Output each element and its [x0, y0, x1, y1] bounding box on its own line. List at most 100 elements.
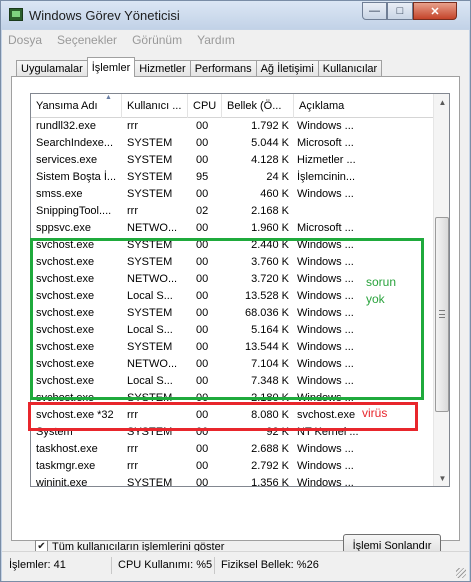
cell-description: İşlemcinin... [297, 171, 356, 183]
tab-ag-iletisimi[interactable]: Ağ İletişimi [255, 60, 319, 77]
grip-icon [439, 310, 445, 318]
task-manager-app-icon [9, 8, 23, 21]
cell-user: rrr [127, 205, 138, 217]
resize-grip-icon[interactable] [456, 568, 466, 578]
column-header-description[interactable]: Açıklama [294, 94, 433, 118]
cell-image-name: smss.exe [36, 188, 83, 200]
cell-description: Windows ... [297, 120, 354, 132]
cell-description: Windows ... [297, 188, 354, 200]
annotation-green-note: sorun yok [366, 274, 396, 308]
window-title: Windows Görev Yöneticisi [29, 8, 180, 23]
minimize-button[interactable]: — [362, 2, 387, 20]
cell-cpu: 00 [196, 222, 209, 234]
cell-cpu: 00 [196, 120, 209, 132]
cell-image-name: services.exe [36, 154, 98, 166]
cell-description [297, 203, 431, 220]
column-header-user[interactable]: Kullanıcı ... [122, 94, 188, 118]
menu-yardim[interactable]: Yardım [197, 33, 235, 47]
cell-user: SYSTEM [127, 477, 173, 487]
cell-user: NETWO... [127, 222, 178, 234]
menu-dosya[interactable]: Dosya [8, 33, 42, 47]
cell-memory: 5.044 K [251, 137, 289, 149]
table-row[interactable]: Sistem Boşta İ... SYSTEM 95 24 K İşlemcinin.… [31, 169, 433, 186]
cell-user: SYSTEM [127, 137, 173, 149]
column-header-cpu[interactable]: CPU [188, 94, 222, 118]
cell-cpu: 00 [196, 443, 209, 455]
table-row[interactable]: SearchIndexe... SYSTEM 00 5.044 K Microsoft … [31, 135, 433, 152]
annotation-red-box [28, 402, 418, 431]
table-row[interactable]: taskmgr.exe rrr 00 2.792 K Windows ... [31, 458, 433, 475]
menu-secenekler[interactable]: Seçenekler [57, 33, 117, 47]
menu-gorunum[interactable]: Görünüm [132, 33, 182, 47]
cell-user: rrr [127, 460, 138, 472]
tab-uygulamalar[interactable]: Uygulamalar [16, 60, 88, 77]
table-row[interactable]: sppsvc.exe NETWO... 00 1.960 K Microsoft ... [31, 220, 433, 237]
cell-cpu: 00 [196, 137, 209, 149]
annotation-green-box [30, 238, 424, 400]
cell-user: SYSTEM [127, 154, 173, 166]
status-bar: İşlemler: 41 CPU Kullanımı: %5 Fiziksel … [2, 551, 469, 581]
cell-cpu: 00 [196, 154, 209, 166]
cell-memory: 460 K [260, 188, 289, 200]
cell-cpu: 00 [196, 188, 209, 200]
sort-ascending-icon: ▲ [105, 94, 112, 101]
cell-memory: 1.792 K [251, 120, 289, 132]
cell-image-name: taskhost.exe [36, 443, 98, 455]
scrollbar-thumb[interactable] [435, 217, 449, 412]
annotation-red-note: virüs [362, 406, 388, 420]
table-row[interactable]: SnippingTool.... rrr 02 2.168 K [31, 203, 433, 220]
status-cpu-usage: CPU Kullanımı: %5 [114, 557, 215, 574]
vertical-scrollbar[interactable]: ▲ ▼ [433, 94, 449, 486]
cell-memory: 1.356 K [251, 477, 289, 487]
cell-memory: 2.792 K [251, 460, 289, 472]
cell-image-name: SearchIndexe... [36, 137, 114, 149]
column-header-memory[interactable]: Bellek (Ö... [222, 94, 294, 118]
table-row[interactable]: wininit.exe SYSTEM 00 1.356 K Windows ... [31, 475, 433, 487]
cell-image-name: rundll32.exe [36, 120, 96, 132]
cell-user: SYSTEM [127, 171, 173, 183]
cell-image-name: sppsvc.exe [36, 222, 92, 234]
annotation-green-line-2: yok [366, 292, 385, 306]
cell-cpu: 00 [196, 477, 209, 487]
cell-image-name: Sistem Boşta İ... [36, 171, 117, 183]
cell-description: Microsoft ... [297, 137, 354, 149]
cell-image-name: SnippingTool.... [36, 205, 112, 217]
tab-hizmetler[interactable]: Hizmetler [134, 60, 191, 77]
cell-image-name: wininit.exe [36, 477, 88, 487]
task-manager-window: Windows Görev Yöneticisi — □ ✕ Dosya Seç… [0, 0, 471, 582]
cell-cpu: 00 [196, 460, 209, 472]
title-bar[interactable]: Windows Görev Yöneticisi — □ ✕ [1, 1, 470, 29]
cell-memory: 24 K [266, 171, 289, 183]
close-button[interactable]: ✕ [413, 2, 457, 20]
menu-bar: Dosya Seçenekler Görünüm Yardım [2, 30, 469, 49]
tab-islemler[interactable]: İşlemler [86, 57, 136, 77]
cell-image-name: taskmgr.exe [36, 460, 96, 472]
cell-cpu: 02 [196, 205, 209, 217]
table-row[interactable]: rundll32.exe rrr 00 1.792 K Windows ... [31, 118, 433, 135]
tab-kullanicilar[interactable]: Kullanıcılar [317, 60, 383, 77]
cell-description: Windows ... [297, 460, 354, 472]
cell-user: rrr [127, 443, 138, 455]
scroll-up-arrow-icon[interactable]: ▲ [434, 94, 449, 111]
cell-memory: 2.168 K [251, 205, 289, 217]
table-row[interactable]: taskhost.exe rrr 00 2.688 K Windows ... [31, 441, 433, 458]
scroll-down-arrow-icon[interactable]: ▼ [434, 470, 449, 486]
table-row[interactable]: services.exe SYSTEM 00 4.128 K Hizmetler ... [31, 152, 433, 169]
annotation-green-line-1: sorun [366, 275, 397, 289]
cell-description: Windows ... [297, 477, 354, 487]
cell-memory: 2.688 K [251, 443, 289, 455]
cell-description: Windows ... [297, 443, 354, 455]
cell-description: Hizmetler ... [297, 154, 356, 166]
cell-description: Microsoft ... [297, 222, 354, 234]
table-row[interactable]: smss.exe SYSTEM 00 460 K Windows ... [31, 186, 433, 203]
list-header: Yansıma Adı ▲ Kullanıcı ... CPU Bellek (… [31, 94, 433, 118]
cell-memory: 4.128 K [251, 154, 289, 166]
maximize-button[interactable]: □ [387, 2, 413, 20]
tab-performans[interactable]: Performans [189, 60, 257, 77]
cell-user: rrr [127, 120, 138, 132]
tab-strip: Uygulamalar İşlemler Hizmetler Performan… [16, 57, 383, 77]
cell-cpu: 95 [196, 171, 209, 183]
cell-user: SYSTEM [127, 188, 173, 200]
status-process-count: İşlemler: 41 [5, 557, 112, 574]
status-physical-memory: Fiziksel Bellek: %26 [221, 559, 319, 571]
